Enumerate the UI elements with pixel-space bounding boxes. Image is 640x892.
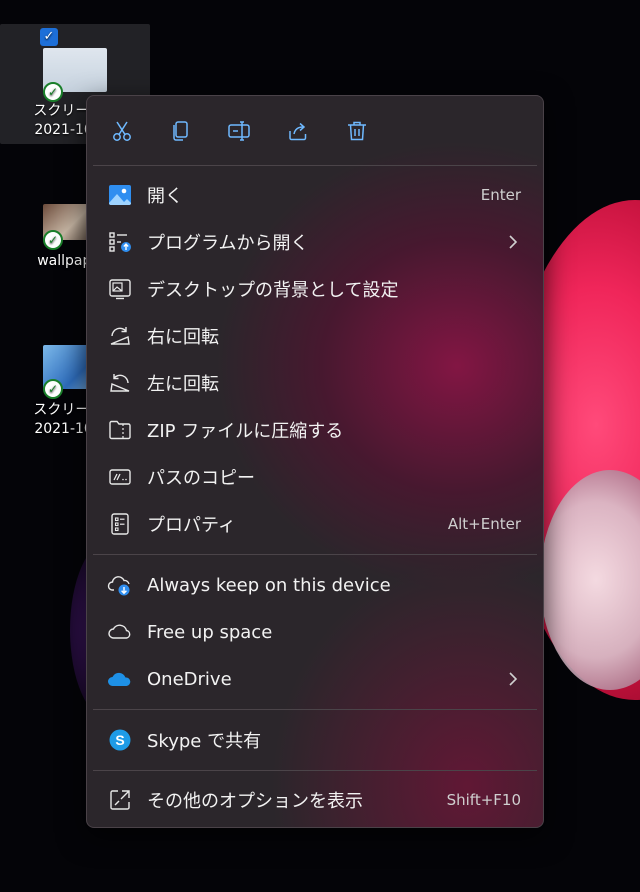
menu-item-show-more-options[interactable]: その他のオプションを表示 Shift+F10: [93, 778, 537, 822]
copy-path-icon: [107, 464, 133, 490]
open-with-icon: [107, 229, 133, 255]
scissors-icon: [113, 121, 131, 141]
chevron-right-icon: [507, 234, 519, 250]
menu-item-open[interactable]: 開く Enter: [93, 173, 537, 217]
svg-text:S: S: [115, 732, 124, 748]
rename-icon: [228, 121, 250, 141]
menu-item-free-up-space[interactable]: Free up space: [93, 610, 537, 654]
menu-separator: [93, 770, 537, 771]
sync-ok-icon: ✓: [43, 230, 63, 250]
checkbox-icon[interactable]: ✓: [40, 28, 58, 46]
thumbnail: ✓: [43, 48, 107, 102]
context-menu-toolbar: [87, 96, 543, 166]
desktop-background-icon: [107, 276, 133, 302]
cloud-icon: [107, 619, 133, 645]
onedrive-icon: [107, 666, 133, 692]
trash-icon: [348, 121, 366, 141]
skype-icon: S: [107, 727, 133, 753]
sync-ok-icon: ✓: [43, 82, 63, 102]
copy-icon: [173, 121, 188, 141]
menu-item-share-skype[interactable]: S Skype で共有: [93, 718, 537, 762]
chevron-right-icon: [507, 671, 519, 687]
delete-button[interactable]: [342, 116, 372, 146]
share-button[interactable]: [283, 116, 313, 146]
menu-item-set-background[interactable]: デスクトップの背景として設定: [93, 267, 537, 311]
image-icon: [107, 182, 133, 208]
menu-item-rotate-left[interactable]: 左に回転: [93, 361, 537, 405]
menu-item-rotate-right[interactable]: 右に回転: [93, 314, 537, 358]
rename-button[interactable]: [224, 116, 254, 146]
context-menu: 開く Enter プログラムから開く デスクトップの背景として設定 右に回転 左…: [86, 95, 544, 828]
menu-separator: [93, 709, 537, 710]
menu-separator: [93, 165, 537, 166]
menu-item-open-with[interactable]: プログラムから開く: [93, 220, 537, 264]
menu-item-copy-path[interactable]: パスのコピー: [93, 455, 537, 499]
zip-folder-icon: [107, 417, 133, 443]
properties-icon: [107, 511, 133, 537]
cloud-download-icon: [107, 572, 133, 598]
rotate-left-icon: [107, 370, 133, 396]
rotate-right-icon: [107, 323, 133, 349]
menu-item-onedrive[interactable]: OneDrive: [93, 657, 537, 701]
menu-item-properties[interactable]: プロパティ Alt+Enter: [93, 502, 537, 546]
more-options-icon: [107, 787, 133, 813]
menu-item-always-keep[interactable]: Always keep on this device: [93, 563, 537, 607]
cut-button[interactable]: [107, 116, 137, 146]
menu-item-compress-zip[interactable]: ZIP ファイルに圧縮する: [93, 408, 537, 452]
share-icon: [289, 122, 307, 141]
menu-separator: [93, 554, 537, 555]
sync-ok-icon: ✓: [43, 379, 63, 399]
copy-button[interactable]: [165, 116, 195, 146]
